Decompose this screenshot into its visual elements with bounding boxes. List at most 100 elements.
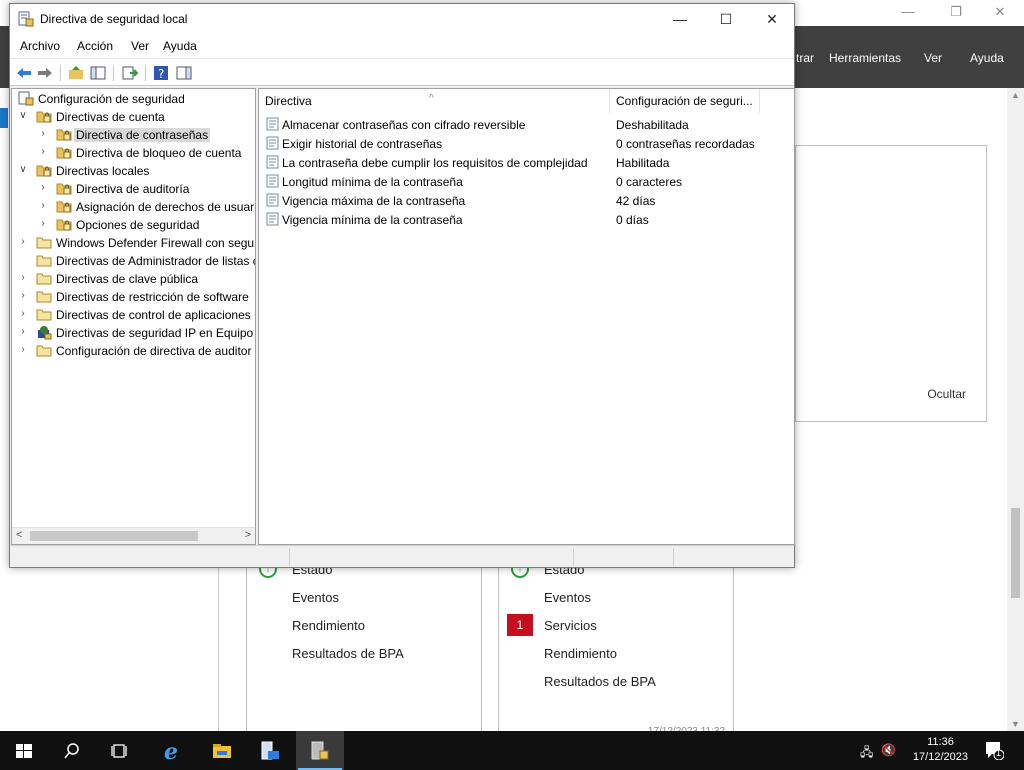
help-icon[interactable]: ?	[153, 65, 169, 81]
policy-name: Exigir historial de contraseñas	[282, 137, 443, 151]
network-icon[interactable]: 🖧	[860, 743, 873, 764]
bg-menu-administrar[interactable]: trar	[796, 51, 814, 65]
column-header-setting[interactable]: Configuración de seguri...	[610, 89, 760, 113]
tree-horizontal-scrollbar[interactable]: < >	[12, 527, 255, 544]
show-hide-tree-icon[interactable]	[90, 65, 106, 81]
policy-row-vigencia-minima-de-la-contrasena[interactable]: Vigencia mínima de la contraseña 0 días	[259, 210, 795, 229]
bg-vertical-scrollbar[interactable]: ▲ ▼	[1007, 88, 1024, 731]
tree-item-opciones-de-seguridad[interactable]: › Opciones de seguridad	[12, 216, 255, 234]
chevron-right-icon[interactable]: ›	[18, 236, 28, 247]
chevron-down-icon[interactable]: ∨	[18, 110, 28, 121]
tree-item-directiva-de-auditoria[interactable]: › Directiva de auditoría	[12, 180, 255, 198]
taskbar-internet-explorer[interactable]: e	[148, 731, 196, 770]
task-view-icon	[111, 744, 127, 758]
action-center-button[interactable]: 1	[984, 740, 1005, 761]
chevron-right-icon[interactable]: ›	[38, 146, 48, 157]
tree-item-directivas-de-administrador-de-listas-c[interactable]: Directivas de Administrador de listas c	[12, 252, 255, 270]
chevron-right-icon[interactable]: ›	[18, 326, 28, 337]
bg-close-button[interactable]: ✕	[980, 4, 1020, 22]
tree-item-asignacion-de-derechos-de-usuari[interactable]: › Asignación de derechos de usuari	[12, 198, 255, 216]
policy-row-la-contrasena-debe-cumplir-los-requisito[interactable]: La contraseña debe cumplir los requisito…	[259, 153, 795, 172]
volume-muted-icon[interactable]: 🔇	[881, 743, 896, 757]
chevron-right-icon[interactable]: ›	[18, 272, 28, 283]
tile-row-rendimiento[interactable]: Rendimiento	[292, 618, 365, 633]
chevron-right-icon[interactable]: ›	[38, 128, 48, 139]
forward-arrow-icon[interactable]	[37, 65, 53, 81]
task-view-button[interactable]	[96, 731, 144, 770]
tree-item-root[interactable]: Configuración de seguridad	[12, 90, 255, 108]
chevron-right-icon[interactable]: ›	[38, 200, 48, 211]
hide-link[interactable]: Ocultar	[927, 387, 966, 401]
tree-item-windows-defender-firewall-con-segur[interactable]: › Windows Defender Firewall con segur	[12, 234, 255, 252]
tree-item-directivas-de-seguridad-ip-en-equipo-l[interactable]: › Directivas de seguridad IP en Equipo l	[12, 324, 256, 342]
bg-scroll-thumb[interactable]	[1011, 508, 1020, 598]
search-button[interactable]	[48, 731, 96, 770]
export-list-icon[interactable]	[122, 65, 138, 81]
tile-row-rendimiento[interactable]: Rendimiento	[544, 646, 617, 661]
back-arrow-icon[interactable]	[16, 65, 32, 81]
tile-row-servicios[interactable]: Servicios	[544, 618, 597, 633]
tree-item-directivas-locales[interactable]: ∨ Directivas locales	[12, 162, 255, 180]
minimize-button[interactable]: —	[657, 4, 703, 34]
chevron-right-icon[interactable]: ›	[38, 218, 48, 229]
close-button[interactable]: ✕	[749, 4, 795, 34]
tree-item-directivas-de-cuenta[interactable]: ∨ Directivas de cuenta	[12, 108, 255, 126]
up-folder-icon[interactable]	[68, 65, 84, 81]
column-header-policy[interactable]: Directiva ^	[259, 89, 610, 113]
sort-ascending-icon: ^	[429, 93, 434, 104]
tree-item-label: Directiva de auditoría	[76, 182, 190, 196]
tree-item-directiva-de-bloqueo-de-cuenta[interactable]: › Directiva de bloqueo de cuenta	[12, 144, 255, 162]
tree-item-label: Directivas de seguridad IP en Equipo l	[56, 326, 256, 340]
maximize-button[interactable]: ☐	[703, 4, 749, 34]
menu-archivo[interactable]: Archivo	[20, 39, 60, 53]
bg-menu-ver[interactable]: Ver	[924, 51, 942, 65]
bg-restore-button[interactable]: ❐	[936, 4, 976, 22]
tree-scroll-thumb[interactable]	[30, 531, 198, 541]
scroll-up-icon[interactable]: ▲	[1011, 90, 1020, 100]
taskbar-server-manager[interactable]	[246, 731, 294, 770]
scroll-down-icon[interactable]: ▼	[1011, 719, 1020, 729]
tree-item-configuracion-de-directiva-de-auditor[interactable]: › Configuración de directiva de auditor	[12, 342, 255, 360]
show-action-pane-icon[interactable]	[176, 65, 192, 81]
menu-ayuda[interactable]: Ayuda	[163, 39, 197, 53]
policy-setting-value: 0 caracteres	[616, 175, 683, 189]
chevron-right-icon[interactable]: ›	[18, 308, 28, 319]
bg-divider	[218, 545, 219, 731]
policy-setting-icon	[266, 212, 279, 226]
chevron-right-icon[interactable]: ›	[38, 182, 48, 193]
taskbar-local-security-policy[interactable]	[296, 731, 344, 770]
bg-menu-herramientas[interactable]: Herramientas	[829, 51, 901, 65]
policy-row-vigencia-maxima-de-la-contrasena[interactable]: Vigencia máxima de la contraseña 42 días	[259, 191, 795, 210]
bg-nav-accent	[0, 108, 8, 128]
scroll-right-icon[interactable]: >	[245, 529, 251, 541]
policy-folder-icon	[56, 219, 72, 231]
taskbar: e 🖧 🔇 11:36 17/12/2023 1	[0, 731, 1024, 770]
chevron-right-icon[interactable]: ›	[18, 290, 28, 301]
window-titlebar[interactable]: Directiva de seguridad local — ☐ ✕	[10, 4, 794, 34]
bg-minimize-button[interactable]: —	[888, 4, 928, 22]
tree-item-directivas-de-clave-publica[interactable]: › Directivas de clave pública	[12, 270, 255, 288]
taskbar-file-explorer[interactable]	[198, 731, 246, 770]
policy-row-almacenar-contrasenas-con-cifrado-revers[interactable]: Almacenar contraseñas con cifrado revers…	[259, 115, 795, 134]
folder-icon	[36, 255, 52, 267]
tile-row-eventos[interactable]: Eventos	[544, 590, 591, 605]
scroll-left-icon[interactable]: <	[16, 529, 22, 541]
policy-row-longitud-minima-de-la-contrasena[interactable]: Longitud mínima de la contraseña 0 caract…	[259, 172, 795, 191]
menu-accion[interactable]: Acción	[77, 39, 113, 53]
policy-row-exigir-historial-de-contrasenas[interactable]: Exigir historial de contraseñas 0 contras…	[259, 134, 795, 153]
bg-menu-ayuda[interactable]: Ayuda	[970, 51, 1004, 65]
tree-item-directivas-de-control-de-aplicaciones[interactable]: › Directivas de control de aplicaciones	[12, 306, 255, 324]
chevron-down-icon[interactable]: ∨	[18, 164, 28, 175]
tile-row-eventos[interactable]: Eventos	[292, 590, 339, 605]
chevron-right-icon[interactable]: ›	[18, 344, 28, 355]
policy-setting-value: 0 días	[616, 213, 649, 227]
clock[interactable]: 11:36 17/12/2023	[913, 735, 968, 765]
clock-time: 11:36	[927, 736, 954, 748]
tree-item-directivas-de-restriccion-de-software[interactable]: › Directivas de restricción de software	[12, 288, 255, 306]
tree-item-directiva-de-contrasenas[interactable]: › Directiva de contraseñas	[12, 126, 255, 144]
tile-row-bpa[interactable]: Resultados de BPA	[544, 674, 656, 689]
menu-ver[interactable]: Ver	[131, 39, 149, 53]
status-bar	[10, 545, 794, 567]
tile-row-bpa[interactable]: Resultados de BPA	[292, 646, 404, 661]
start-button[interactable]	[0, 731, 48, 770]
